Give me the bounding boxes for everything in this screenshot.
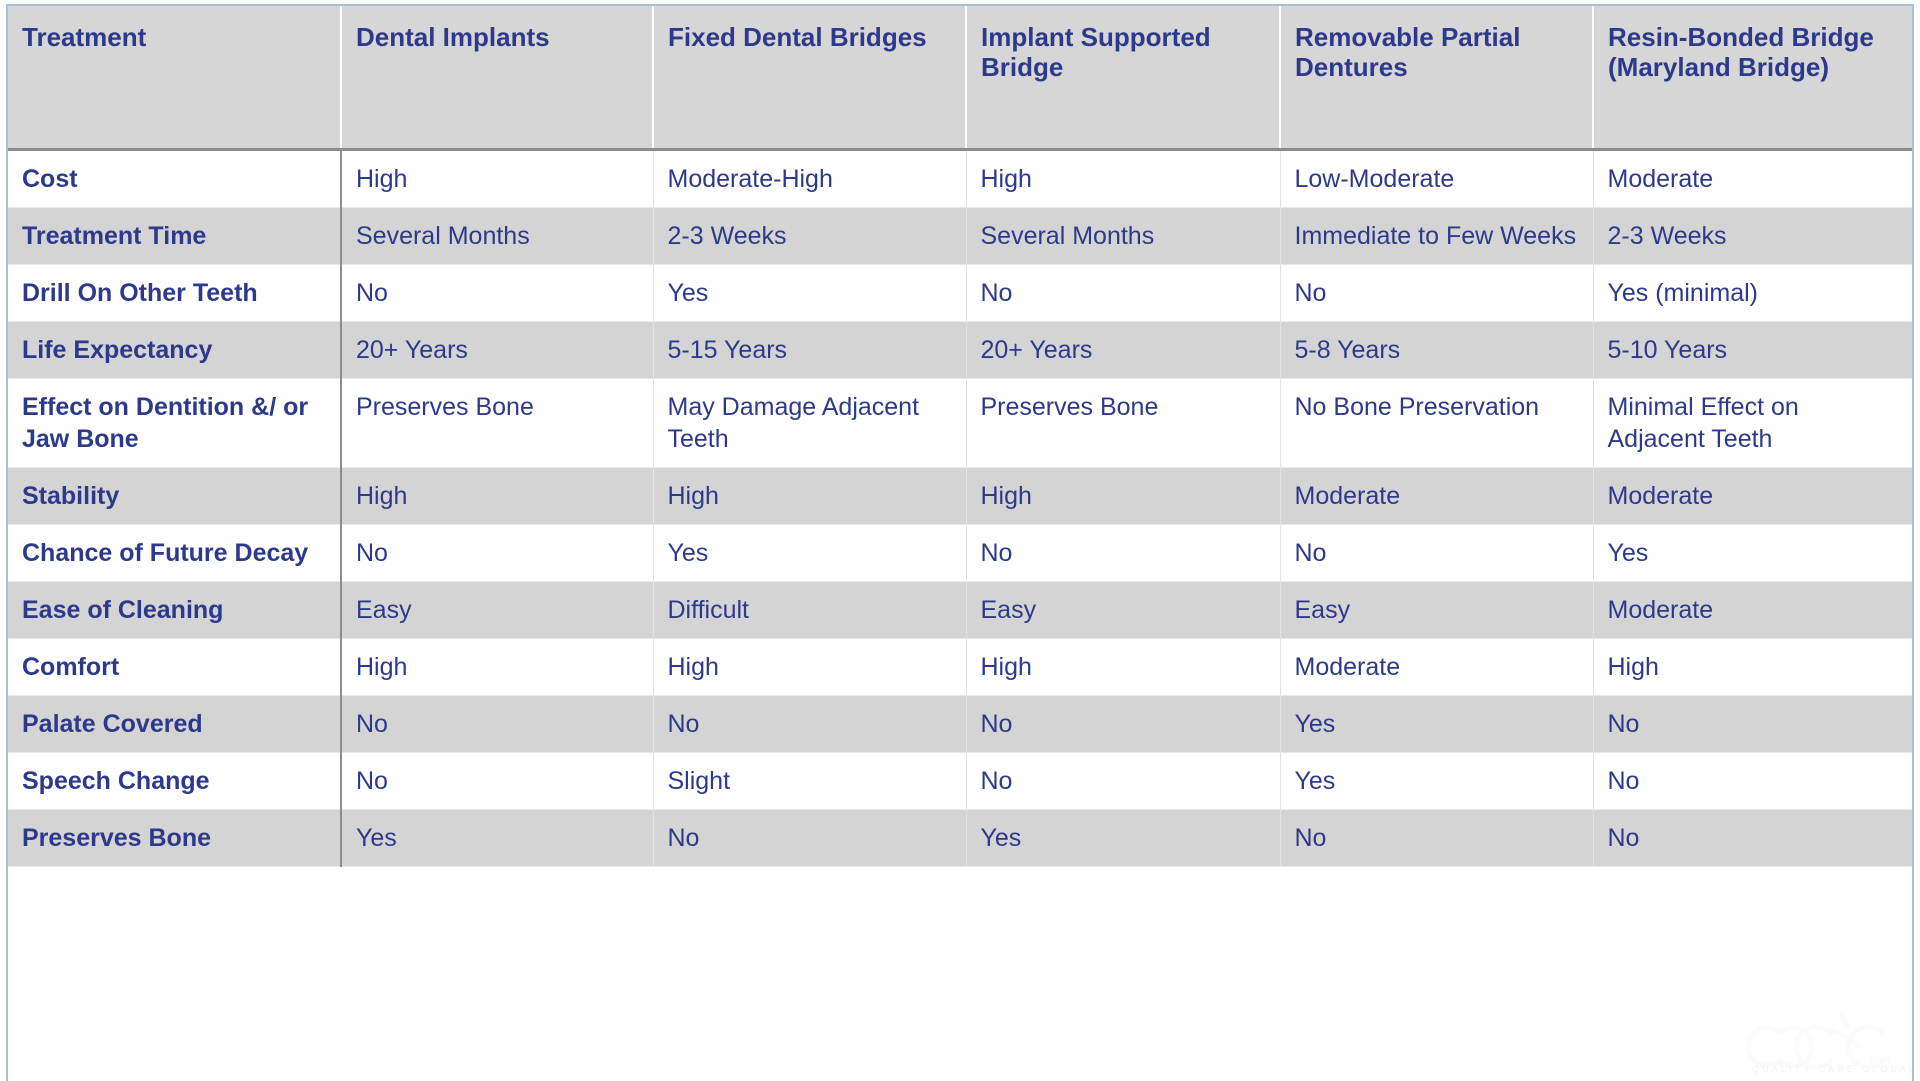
table-body: Cost High Moderate-High High Low-Moderat… — [8, 149, 1912, 867]
cell-cost-removable-partial-dentures: Low-Moderate — [1280, 149, 1594, 208]
cell-palate-removable-partial-dentures: Yes — [1280, 695, 1594, 753]
cell-cleaning-removable-partial-dentures: Easy — [1280, 581, 1594, 639]
cell-preserves-dental-implants: Yes — [341, 809, 654, 867]
watermark-tagline: QUALITY CARE GLOBAL — [1752, 1064, 1914, 1074]
column-header-implant-supported-bridge: Implant Supported Bridge — [966, 6, 1281, 149]
cell-preserves-removable-partial-dentures: No — [1280, 809, 1594, 867]
cell-stability-implant-supported-bridge: High — [966, 467, 1281, 525]
cell-speech-resin-bonded-bridge: No — [1593, 752, 1912, 810]
table-row: Stability High High High Moderate Modera… — [8, 467, 1912, 525]
cell-comfort-resin-bonded-bridge: High — [1593, 638, 1912, 696]
cell-comfort-removable-partial-dentures: Moderate — [1280, 638, 1594, 696]
cell-effect-implant-supported-bridge: Preserves Bone — [966, 378, 1281, 468]
cell-comfort-fixed-dental-bridges: High — [653, 638, 967, 696]
cell-cleaning-resin-bonded-bridge: Moderate — [1593, 581, 1912, 639]
row-label-stability: Stability — [8, 467, 342, 525]
table-row: Comfort High High High Moderate High — [8, 638, 1912, 696]
cell-drill-resin-bonded-bridge: Yes (minimal) — [1593, 264, 1912, 322]
row-label-chance-of-future-decay: Chance of Future Decay — [8, 524, 342, 582]
cell-stability-fixed-dental-bridges: High — [653, 467, 967, 525]
cell-treatment-time-resin-bonded-bridge: 2-3 Weeks — [1593, 207, 1912, 265]
cell-drill-removable-partial-dentures: No — [1280, 264, 1594, 322]
cell-life-implant-supported-bridge: 20+ Years — [966, 321, 1281, 379]
table-row: Chance of Future Decay No Yes No No Yes — [8, 524, 1912, 582]
table-row: Drill On Other Teeth No Yes No No Yes (m… — [8, 264, 1912, 322]
qcg-watermark-logo: QUALITY CARE GLOBAL — [1746, 999, 1912, 1077]
table-row: Speech Change No Slight No Yes No — [8, 752, 1912, 810]
cell-preserves-implant-supported-bridge: Yes — [966, 809, 1281, 867]
cell-stability-resin-bonded-bridge: Moderate — [1593, 467, 1912, 525]
column-header-treatment: Treatment — [8, 6, 342, 149]
table-container: Treatment Dental Implants Fixed Dental B… — [6, 4, 1914, 1081]
cell-decay-dental-implants: No — [341, 524, 654, 582]
row-label-speech-change: Speech Change — [8, 752, 342, 810]
treatment-comparison-table: Treatment Dental Implants Fixed Dental B… — [8, 6, 1912, 867]
row-label-ease-of-cleaning: Ease of Cleaning — [8, 581, 342, 639]
cell-decay-implant-supported-bridge: No — [966, 524, 1281, 582]
cell-speech-dental-implants: No — [341, 752, 654, 810]
cell-effect-removable-partial-dentures: No Bone Preservation — [1280, 378, 1594, 468]
table-row: Palate Covered No No No Yes No — [8, 695, 1912, 753]
cell-life-resin-bonded-bridge: 5-10 Years — [1593, 321, 1912, 379]
table-row: Life Expectancy 20+ Years 5-15 Years 20+… — [8, 321, 1912, 379]
cell-preserves-fixed-dental-bridges: No — [653, 809, 967, 867]
column-header-dental-implants: Dental Implants — [341, 6, 654, 149]
cell-preserves-resin-bonded-bridge: No — [1593, 809, 1912, 867]
table-row: Treatment Time Several Months 2-3 Weeks … — [8, 207, 1912, 265]
cell-speech-fixed-dental-bridges: Slight — [653, 752, 967, 810]
cell-palate-fixed-dental-bridges: No — [653, 695, 967, 753]
cell-cost-implant-supported-bridge: High — [966, 149, 1281, 208]
table-row: Effect on Dentition &/ or Jaw Bone Prese… — [8, 378, 1912, 468]
row-label-drill-on-other-teeth: Drill On Other Teeth — [8, 264, 342, 322]
column-header-removable-partial-dentures: Removable Partial Dentures — [1280, 6, 1594, 149]
cell-decay-resin-bonded-bridge: Yes — [1593, 524, 1912, 582]
header-row: Treatment Dental Implants Fixed Dental B… — [8, 6, 1912, 149]
column-header-resin-bonded-bridge: Resin-Bonded Bridge (Maryland Bridge) — [1608, 22, 1874, 83]
cell-drill-implant-supported-bridge: No — [966, 264, 1281, 322]
row-label-life-expectancy: Life Expectancy — [8, 321, 342, 379]
cell-life-dental-implants: 20+ Years — [341, 321, 654, 379]
row-label-palate-covered: Palate Covered — [8, 695, 342, 753]
cell-effect-fixed-dental-bridges: May Damage Adjacent Teeth — [653, 378, 967, 468]
cell-speech-implant-supported-bridge: No — [966, 752, 1281, 810]
cell-cost-resin-bonded-bridge: Moderate — [1593, 149, 1912, 208]
cell-stability-removable-partial-dentures: Moderate — [1280, 467, 1594, 525]
cell-cleaning-dental-implants: Easy — [341, 581, 654, 639]
cell-palate-dental-implants: No — [341, 695, 654, 753]
table-row: Preserves Bone Yes No Yes No No — [8, 809, 1912, 867]
cell-cleaning-implant-supported-bridge: Easy — [966, 581, 1281, 639]
cell-palate-resin-bonded-bridge: No — [1593, 695, 1912, 753]
comparison-table-page: Treatment Dental Implants Fixed Dental B… — [0, 0, 1920, 1081]
row-label-effect-on-dentition: Effect on Dentition &/ or Jaw Bone — [8, 378, 342, 468]
cell-effect-dental-implants: Preserves Bone — [341, 378, 654, 468]
cell-treatment-time-dental-implants: Several Months — [341, 207, 654, 265]
cell-comfort-implant-supported-bridge: High — [966, 638, 1281, 696]
cell-speech-removable-partial-dentures: Yes — [1280, 752, 1594, 810]
row-label-comfort: Comfort — [8, 638, 342, 696]
cell-life-fixed-dental-bridges: 5-15 Years — [653, 321, 967, 379]
table-row: Ease of Cleaning Easy Difficult Easy Eas… — [8, 581, 1912, 639]
cell-drill-dental-implants: No — [341, 264, 654, 322]
table-header: Treatment Dental Implants Fixed Dental B… — [8, 6, 1912, 149]
cell-decay-removable-partial-dentures: No — [1280, 524, 1594, 582]
cell-comfort-dental-implants: High — [341, 638, 654, 696]
cell-stability-dental-implants: High — [341, 467, 654, 525]
row-label-cost: Cost — [8, 149, 342, 208]
cell-decay-fixed-dental-bridges: Yes — [653, 524, 967, 582]
cell-palate-implant-supported-bridge: No — [966, 695, 1281, 753]
row-label-preserves-bone: Preserves Bone — [8, 809, 342, 867]
column-header-fixed-dental-bridges: Fixed Dental Bridges — [653, 6, 967, 149]
table-row: Cost High Moderate-High High Low-Moderat… — [8, 149, 1912, 208]
cell-treatment-time-implant-supported-bridge: Several Months — [966, 207, 1281, 265]
cell-treatment-time-fixed-dental-bridges: 2-3 Weeks — [653, 207, 967, 265]
cell-cost-fixed-dental-bridges: Moderate-High — [653, 149, 967, 208]
cell-cost-dental-implants: High — [341, 149, 654, 208]
cell-life-removable-partial-dentures: 5-8 Years — [1280, 321, 1594, 379]
cell-cleaning-fixed-dental-bridges: Difficult — [653, 581, 967, 639]
cell-drill-fixed-dental-bridges: Yes — [653, 264, 967, 322]
cell-effect-resin-bonded-bridge: Minimal Effect on Adjacent Teeth — [1593, 378, 1912, 468]
cell-treatment-time-removable-partial-dentures: Immediate to Few Weeks — [1280, 207, 1594, 265]
row-label-treatment-time: Treatment Time — [8, 207, 342, 265]
